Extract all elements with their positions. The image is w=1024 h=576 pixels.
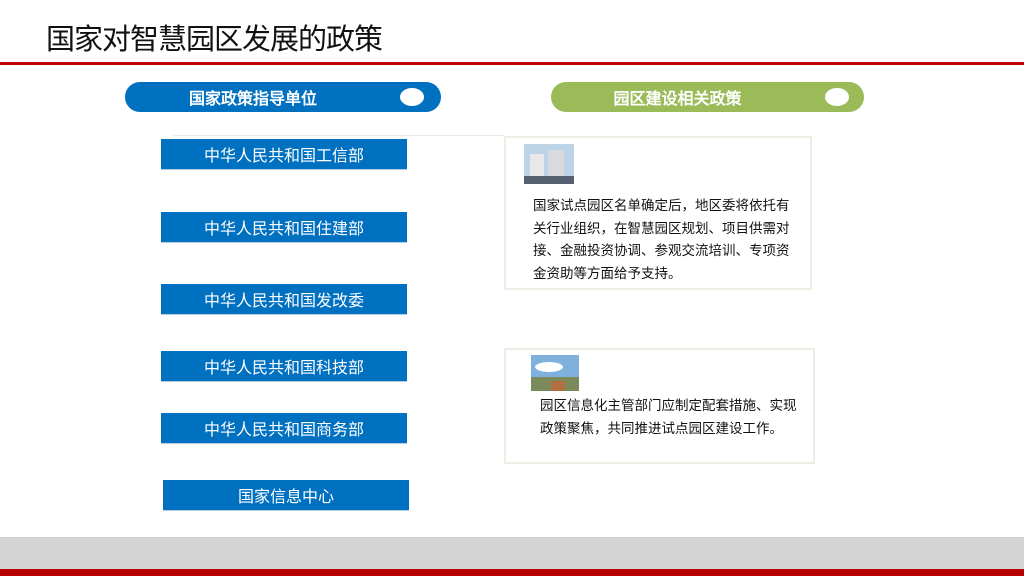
policy-card: 国家试点园区名单确定后，地区委将依托有关行业组织，在智慧园区规划、项目供需对接、… — [504, 136, 812, 290]
divider — [173, 135, 504, 136]
org-item: 中华人民共和国商务部 — [161, 413, 407, 443]
right-header-label: 园区建设相关政策 — [613, 89, 742, 108]
left-header-label: 国家政策指导单位 — [188, 89, 317, 108]
policy-text: 园区信息化主管部门应制定配套措施、实现政策聚焦，共同推进试点园区建设工作。 — [540, 398, 797, 437]
org-item: 中华人民共和国住建部 — [161, 212, 407, 242]
org-item: 中华人民共和国工信部 — [161, 139, 407, 169]
oval-icon — [825, 88, 849, 106]
left-section-header: 国家政策指导单位 — [125, 82, 441, 112]
policy-text: 国家试点园区名单确定后，地区委将依托有关行业组织，在智慧园区规划、项目供需对接、… — [533, 198, 790, 282]
org-item: 国家信息中心 — [163, 480, 409, 510]
city-image — [531, 355, 579, 391]
org-item: 中华人民共和国科技部 — [161, 351, 407, 381]
title-divider — [0, 62, 1024, 65]
oval-icon — [400, 88, 424, 106]
page-title: 国家对智慧园区发展的政策 — [46, 22, 383, 56]
right-section-header: 园区建设相关政策 — [551, 82, 864, 112]
building-image — [524, 144, 574, 184]
footer-red-bar — [0, 569, 1024, 576]
policy-card: 园区信息化主管部门应制定配套措施、实现政策聚焦，共同推进试点园区建设工作。 — [504, 348, 815, 464]
footer-band — [0, 537, 1024, 569]
org-item: 中华人民共和国发改委 — [161, 284, 407, 314]
